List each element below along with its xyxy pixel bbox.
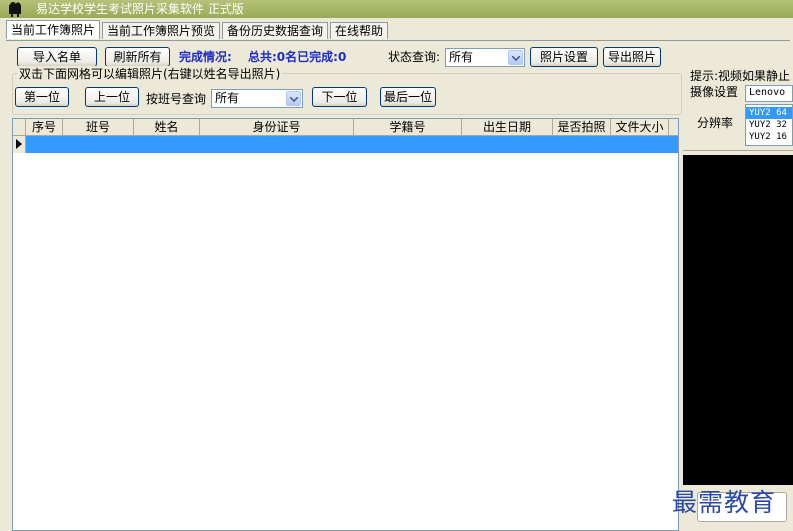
resolution-list[interactable]: YUY2 64 YUY2 32 YUY2 16	[745, 104, 793, 146]
chevron-down-icon[interactable]	[286, 91, 301, 106]
column-header-class[interactable]: 班号	[63, 119, 134, 136]
resolution-label: 分辨率	[697, 116, 734, 130]
column-header-name[interactable]: 姓名	[134, 119, 200, 136]
student-grid[interactable]: 序号 班号 姓名 身份证号 学籍号 出生日期 是否拍照 文件大小	[12, 118, 679, 531]
photo-settings-button[interactable]: 照片设置	[530, 47, 598, 67]
resolution-option[interactable]: YUY2 16	[746, 131, 792, 143]
class-query-label: 按班号查询	[146, 92, 207, 106]
status-query-select[interactable]: 所有	[445, 48, 525, 67]
tab-backup-history-query[interactable]: 备份历史数据查询	[222, 22, 329, 39]
column-header-birth-date[interactable]: 出生日期	[462, 119, 553, 136]
grid-header: 序号 班号 姓名 身份证号 学籍号 出生日期 是否拍照 文件大小	[13, 119, 678, 136]
navigation-group-title: 双击下面网格可以编辑照片(右键以姓名导出照片)	[17, 66, 283, 82]
camera-settings-label: 摄像设置	[690, 85, 739, 99]
tab-strip: 当前工作簿照片 当前工作簿照片预览 备份历史数据查询 在线帮助	[6, 20, 390, 40]
class-query-value: 所有	[215, 91, 240, 105]
resolution-option[interactable]: YUY2 64	[746, 107, 792, 119]
resolution-option[interactable]: YUY2 32	[746, 119, 792, 131]
chevron-down-icon[interactable]	[508, 50, 523, 65]
class-query-select[interactable]: 所有	[211, 89, 303, 108]
video-preview	[683, 155, 793, 485]
status-query-value: 所有	[449, 50, 474, 64]
refresh-all-button[interactable]: 刷新所有	[105, 47, 170, 67]
last-record-button[interactable]: 最后一位	[380, 87, 436, 107]
camera-icon	[8, 1, 24, 17]
video-tip: 提示:视频如果静止	[690, 69, 791, 83]
import-list-button[interactable]: 导入名单	[17, 47, 97, 67]
table-row[interactable]	[26, 136, 678, 153]
column-header-overflow	[669, 119, 678, 136]
tab-divider	[6, 40, 790, 41]
tab-current-workbook-preview[interactable]: 当前工作簿照片预览	[102, 22, 221, 39]
row-indicator	[13, 136, 26, 153]
column-header-student-number[interactable]: 学籍号	[354, 119, 462, 136]
window-title: 易达学校学生考试照片采集软件 正式版	[36, 2, 244, 16]
column-header-photo-taken[interactable]: 是否拍照	[553, 119, 611, 136]
column-header-index[interactable]: 序号	[26, 119, 63, 136]
status-query-label: 状态查询:	[388, 50, 441, 64]
panel-divider	[683, 150, 793, 151]
column-header-id-number[interactable]: 身份证号	[200, 119, 354, 136]
completion-label: 完成情况:	[179, 50, 232, 64]
grid-corner	[13, 119, 26, 136]
completion-value: 总共:0名已完成:0	[248, 50, 347, 64]
watermark-logo: 最需教育	[672, 488, 777, 517]
column-header-file-size[interactable]: 文件大小	[611, 119, 669, 136]
next-record-button[interactable]: 下一位	[312, 87, 367, 107]
camera-value: Lenovo	[749, 87, 786, 98]
export-photos-button[interactable]: 导出照片	[603, 47, 661, 67]
tab-online-help[interactable]: 在线帮助	[330, 22, 389, 39]
camera-select[interactable]: Lenovo	[745, 85, 793, 102]
first-record-button[interactable]: 第一位	[15, 87, 69, 107]
title-bar[interactable]: 易达学校学生考试照片采集软件 正式版	[0, 0, 793, 18]
tab-current-workbook-photos[interactable]: 当前工作簿照片	[6, 20, 101, 39]
previous-record-button[interactable]: 上一位	[85, 87, 139, 107]
